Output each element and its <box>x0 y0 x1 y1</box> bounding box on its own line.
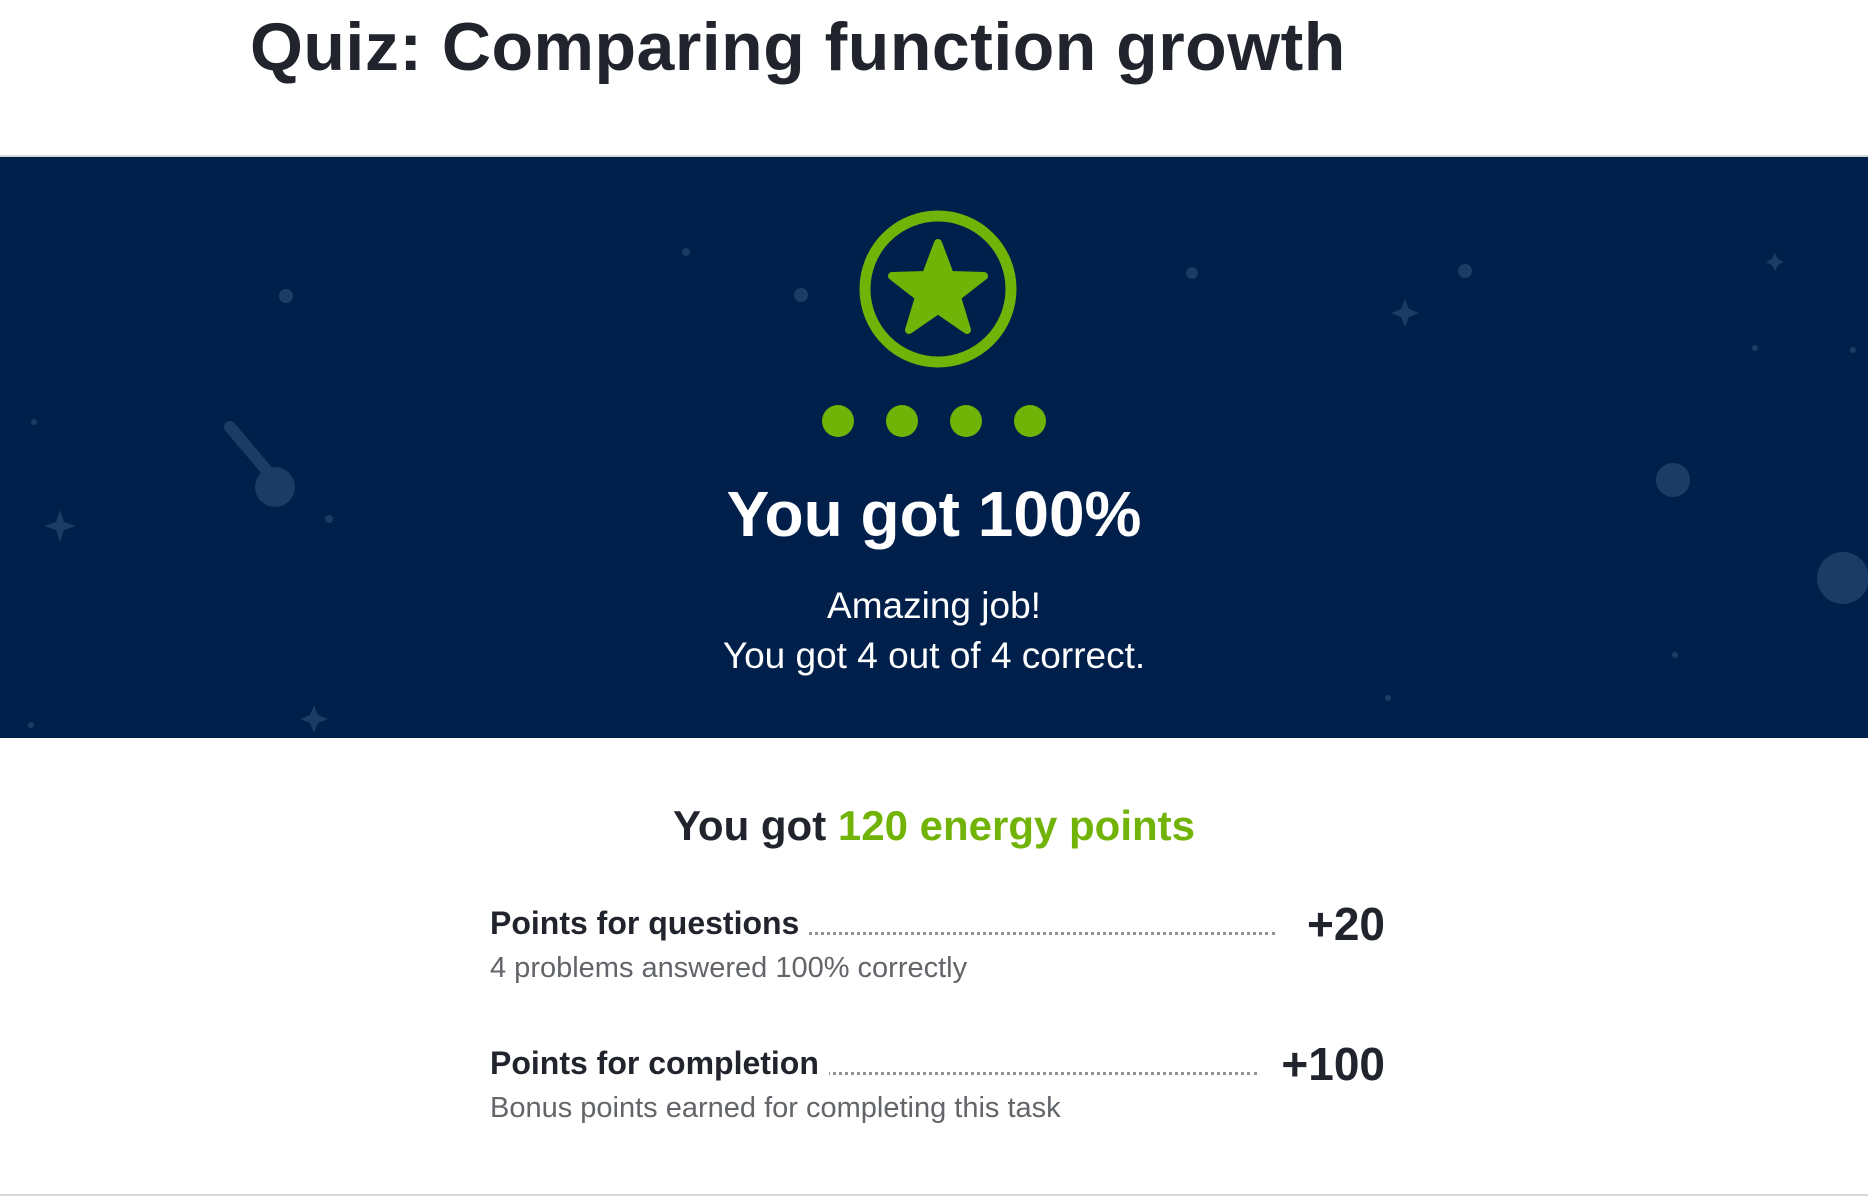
points-summary-prefix: You got <box>673 802 838 849</box>
progress-dot-correct <box>822 405 854 437</box>
results-banner: You got 100% Amazing job! You got 4 out … <box>0 157 1868 738</box>
decor-star-dot <box>1458 264 1472 278</box>
divider <box>0 1194 1868 1196</box>
points-row-description: Bonus points earned for completing this … <box>490 1092 1061 1124</box>
progress-dot-correct <box>1014 405 1046 437</box>
decor-sparkle <box>1391 299 1419 327</box>
decor-star-dot <box>1850 347 1856 353</box>
points-row-completion: Points for completion +100 <box>490 1037 1385 1095</box>
decor-star-dot <box>682 248 690 256</box>
score-heading: You got 100% <box>726 478 1142 550</box>
decor-planet <box>279 289 293 303</box>
title-bar: Quiz: Comparing function growth <box>0 0 1868 157</box>
points-row-value: +100 <box>1271 1037 1385 1091</box>
correct-count-summary: You got 4 out of 4 correct. <box>722 635 1146 676</box>
progress-dot-correct <box>950 405 982 437</box>
points-row-questions: Points for questions +20 <box>490 897 1385 955</box>
star-badge-icon <box>859 210 1017 368</box>
quiz-results-page: Quiz: Comparing function growth You got … <box>0 0 1868 1198</box>
decor-star-dot <box>28 722 34 728</box>
decor-star-dot <box>1752 345 1758 351</box>
praise-message: Amazing job! <box>827 585 1041 626</box>
energy-points-summary: You got 120 energy points <box>0 802 1868 850</box>
decor-sparkle <box>300 705 328 733</box>
decor-star-dot <box>794 288 808 302</box>
page-title: Quiz: Comparing function growth <box>250 9 1346 85</box>
points-row-label: Points for questions <box>490 905 810 942</box>
progress-dot-correct <box>886 405 918 437</box>
points-row-description: 4 problems answered 100% correctly <box>490 952 968 984</box>
points-row-value: +20 <box>1296 897 1385 951</box>
decor-star-dot <box>1385 695 1391 701</box>
decor-star-dot <box>1186 267 1198 279</box>
decor-sparkle <box>1766 253 1784 271</box>
question-progress-dots <box>0 405 1868 437</box>
energy-points-total: 120 energy points <box>837 802 1195 849</box>
points-row-label: Points for completion <box>490 1045 829 1082</box>
